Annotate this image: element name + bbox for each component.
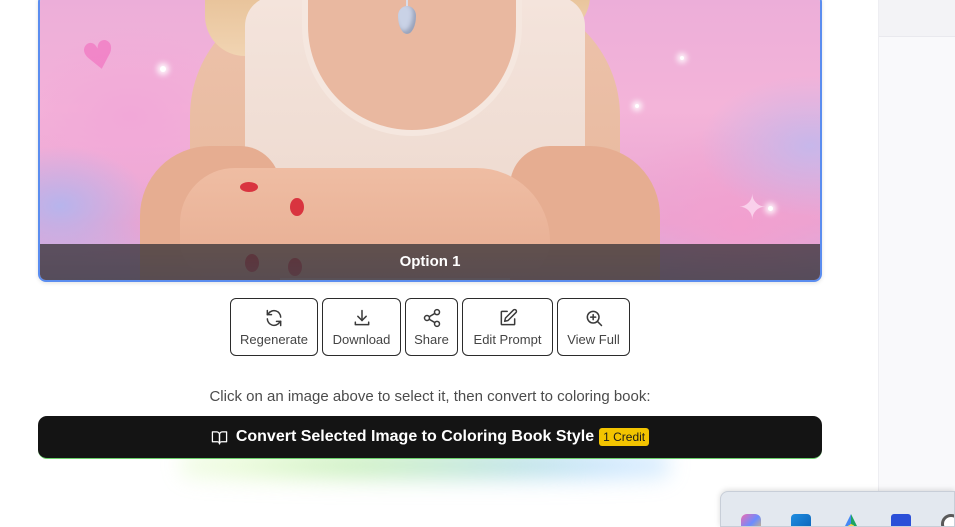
option-caption: Option 1 xyxy=(40,244,820,280)
taskbar xyxy=(720,491,955,527)
mail-icon[interactable] xyxy=(891,514,911,526)
edit-prompt-label: Edit Prompt xyxy=(473,331,542,347)
share-icon xyxy=(423,308,440,327)
edit-icon xyxy=(500,308,517,325)
right-panel xyxy=(878,0,955,527)
generated-image[interactable]: ♥ ✦ xyxy=(40,0,820,280)
book-icon xyxy=(211,430,228,445)
right-panel-card xyxy=(879,0,955,37)
download-icon xyxy=(354,309,369,325)
store-icon[interactable] xyxy=(791,514,811,526)
regenerate-label: Regenerate xyxy=(240,331,308,347)
download-button[interactable]: Download xyxy=(322,298,401,356)
page: ♥ ✦ Option 1 Regenerate Download Share E… xyxy=(0,0,955,527)
star-decoration: ✦ xyxy=(738,188,767,228)
share-label: Share xyxy=(414,331,449,347)
edit-prompt-button[interactable]: Edit Prompt xyxy=(462,298,553,356)
image-actions-toolbar: Regenerate Download Share Edit Prompt Vi… xyxy=(0,298,955,356)
download-label: Download xyxy=(332,331,391,347)
sparkle xyxy=(768,206,773,211)
sparkle xyxy=(635,104,639,108)
convert-label: Convert Selected Image to Coloring Book … xyxy=(235,428,595,445)
sparkle xyxy=(680,56,684,60)
refresh-icon xyxy=(266,309,282,326)
heart-decoration: ♥ xyxy=(77,30,121,82)
view-full-button[interactable]: View Full xyxy=(557,298,630,356)
sparkle xyxy=(160,66,166,72)
google-icon[interactable] xyxy=(941,514,954,526)
zoom-in-icon xyxy=(586,310,602,326)
nail xyxy=(240,182,258,192)
nail xyxy=(290,198,304,216)
regenerate-button[interactable]: Regenerate xyxy=(230,298,318,356)
share-button[interactable]: Share xyxy=(405,298,458,356)
drive-icon[interactable] xyxy=(841,514,861,526)
convert-hint-text: Click on an image above to select it, th… xyxy=(209,388,651,405)
convert-coloring-book-button[interactable]: Convert Selected Image to Coloring Book … xyxy=(38,416,822,459)
image-option-card[interactable]: ♥ ✦ Option 1 xyxy=(38,0,822,282)
credit-badge: 1 Credit xyxy=(599,428,650,446)
copilot-icon[interactable] xyxy=(741,514,761,526)
view-full-label: View Full xyxy=(567,331,620,347)
